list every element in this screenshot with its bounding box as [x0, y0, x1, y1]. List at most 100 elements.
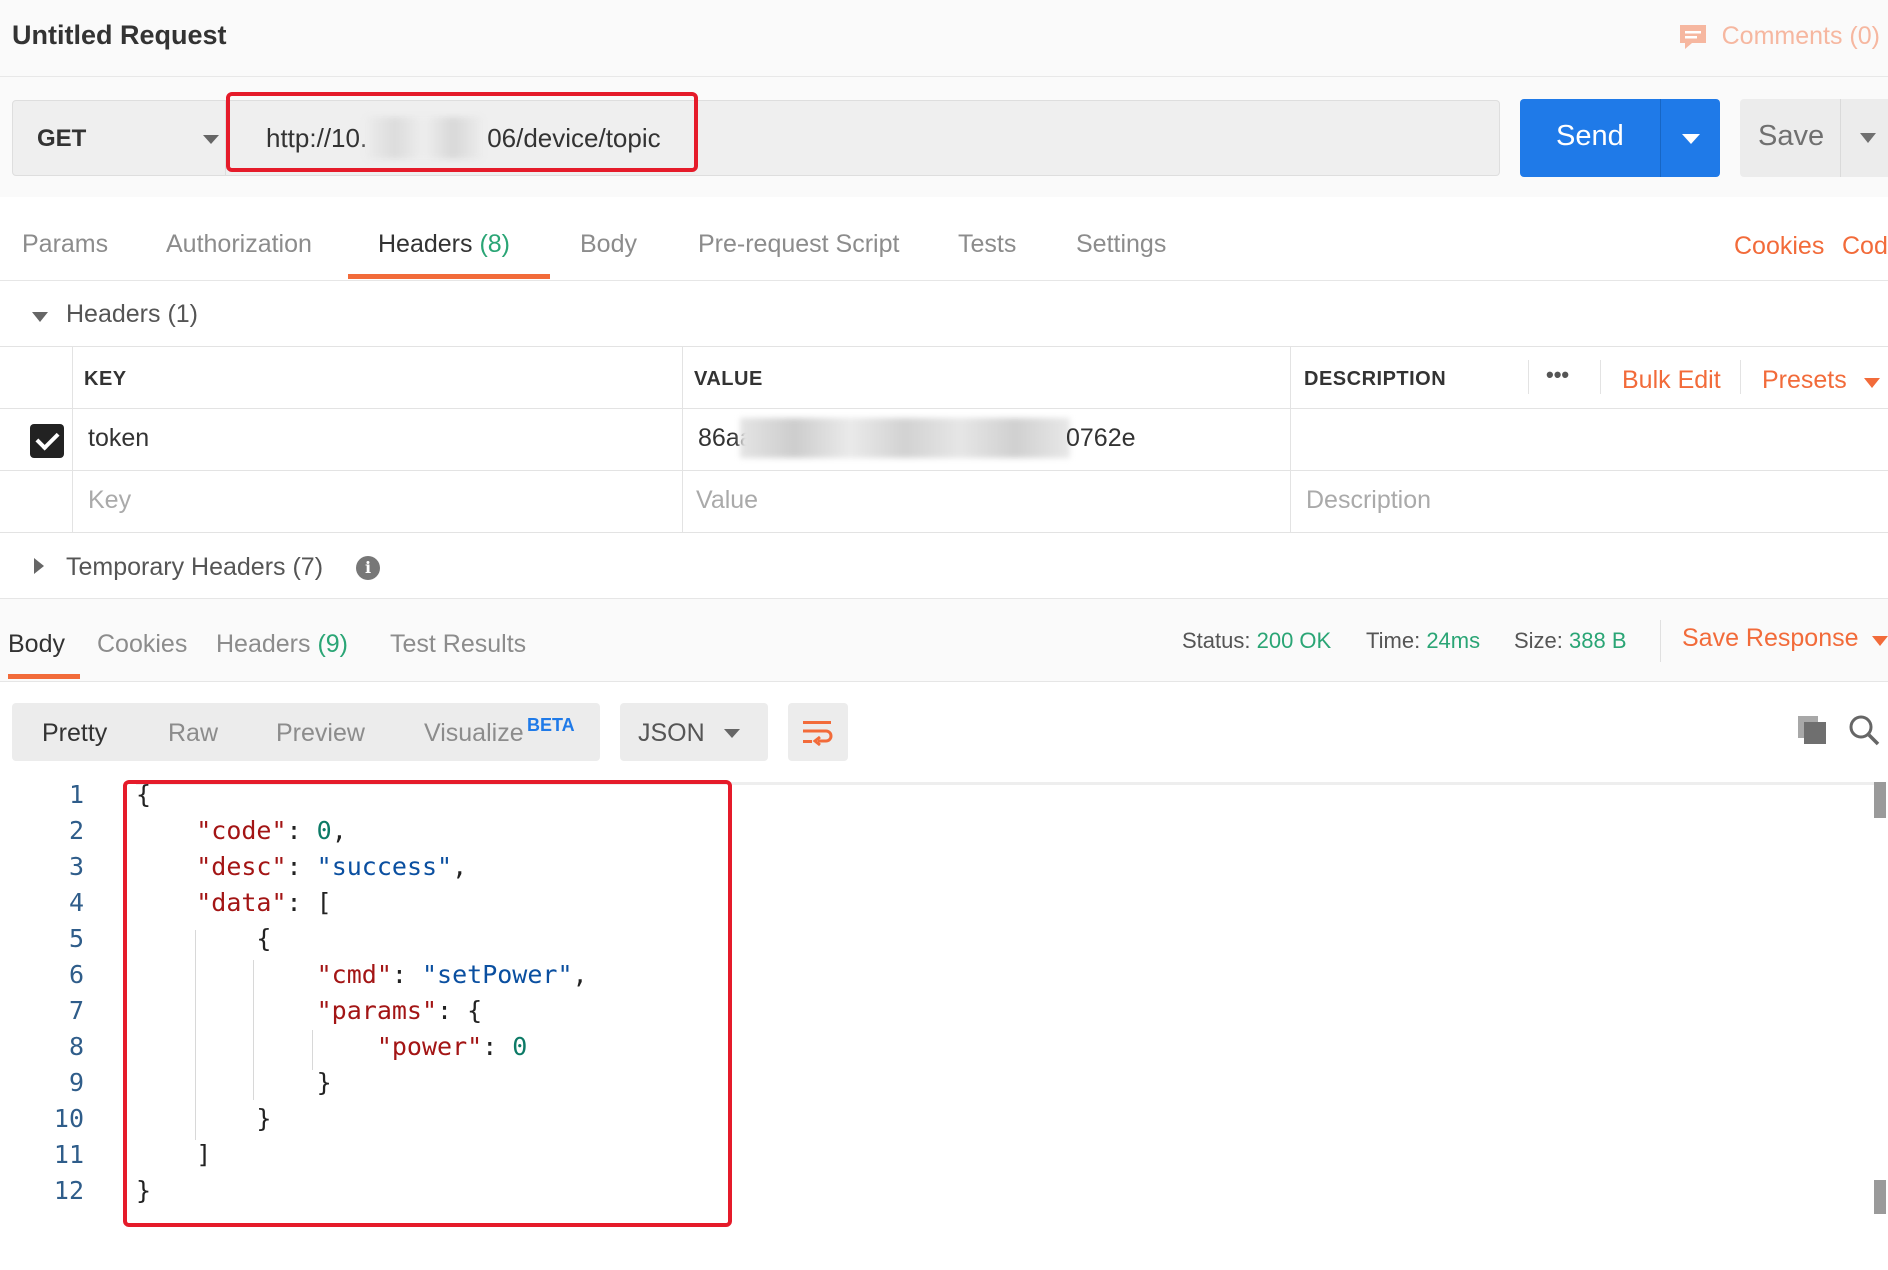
presets-dropdown[interactable]: Presets — [1762, 366, 1847, 395]
title-bar — [0, 0, 1888, 77]
line-number: 8 — [68, 1032, 84, 1061]
column-divider — [1528, 360, 1529, 394]
response-tab-cookies[interactable]: Cookies — [97, 630, 187, 659]
line-number: 4 — [68, 888, 84, 917]
comment-icon — [1679, 24, 1706, 49]
temporary-headers-label: Temporary Headers — [66, 553, 286, 581]
expand-caret-icon[interactable] — [34, 558, 44, 574]
search-icon[interactable] — [1848, 714, 1880, 746]
method-label: GET — [37, 125, 87, 152]
format-raw-button[interactable]: Raw — [168, 719, 218, 748]
line-number: 5 — [68, 924, 84, 953]
size-label: Size: — [1514, 628, 1563, 653]
line-number: 6 — [68, 960, 84, 989]
time-value[interactable]: 24ms — [1426, 628, 1480, 653]
active-response-tab-indicator — [8, 674, 80, 679]
value-input-placeholder[interactable]: Value — [696, 486, 758, 515]
save-response-chevron-icon[interactable] — [1872, 636, 1888, 646]
scrollbar-thumb[interactable] — [1874, 1180, 1886, 1214]
tab-headers[interactable]: Headers (8) — [378, 230, 510, 259]
response-tab-headers-label: Headers — [216, 630, 311, 658]
format-preview-button[interactable]: Preview — [276, 719, 365, 748]
tab-authorization[interactable]: Authorization — [166, 230, 312, 259]
save-options-chevron-icon[interactable] — [1860, 133, 1876, 143]
column-divider — [1740, 360, 1741, 394]
time-meta: Time: 24ms — [1366, 628, 1480, 654]
tab-tests[interactable]: Tests — [958, 230, 1016, 259]
temporary-headers-title[interactable]: Temporary Headers (7) — [66, 553, 323, 582]
copy-icon[interactable] — [1796, 714, 1828, 746]
response-tab-headers-count: (9) — [317, 630, 349, 658]
send-options-chevron-icon[interactable] — [1682, 134, 1700, 144]
tab-settings[interactable]: Settings — [1076, 230, 1166, 259]
size-value[interactable]: 388 B — [1569, 628, 1627, 653]
column-divider — [72, 346, 73, 532]
column-header-value: VALUE — [694, 368, 763, 390]
tab-pre-request-script[interactable]: Pre-request Script — [698, 230, 899, 259]
format-pretty-button[interactable]: Pretty — [42, 719, 107, 748]
format-visualize-button[interactable]: Visualize — [424, 719, 524, 748]
response-tab-body[interactable]: Body — [8, 630, 65, 659]
response-tab-headers[interactable]: Headers (9) — [216, 630, 348, 659]
headers-section-title[interactable]: Headers (1) — [66, 300, 198, 329]
table-border-bottom — [0, 532, 1888, 533]
status-label: Status: — [1182, 628, 1251, 653]
line-number: 2 — [68, 816, 84, 845]
line-number: 11 — [53, 1140, 84, 1169]
size-meta: Size: 388 B — [1514, 628, 1627, 654]
response-highlight-box — [123, 780, 732, 1227]
wrap-lines-button[interactable] — [788, 703, 848, 761]
line-number: 3 — [68, 852, 84, 881]
headers-title-count: (1) — [167, 300, 199, 328]
cookies-link[interactable]: Cookies — [1734, 232, 1824, 261]
send-label: Send — [1556, 120, 1624, 152]
tab-body[interactable]: Body — [580, 230, 637, 259]
description-input-placeholder[interactable]: Description — [1306, 486, 1431, 515]
comments-label: Comments (0) — [1721, 22, 1880, 50]
url-highlight-box — [226, 92, 698, 172]
language-label: JSON — [638, 719, 705, 747]
info-icon[interactable]: i — [356, 556, 380, 580]
save-label: Save — [1758, 120, 1825, 152]
table-border-top — [0, 346, 1888, 347]
line-number: 7 — [68, 996, 84, 1025]
column-header-key: KEY — [84, 368, 127, 390]
table-border-header — [0, 408, 1888, 409]
comments-button[interactable]: Comments (0) — [1678, 22, 1880, 51]
temporary-headers-count: (7) — [292, 553, 324, 581]
save-divider — [1840, 99, 1841, 177]
key-input-placeholder[interactable]: Key — [88, 486, 131, 515]
header-key-cell[interactable]: token — [88, 424, 149, 453]
method-select[interactable]: GET — [12, 100, 226, 176]
chevron-down-icon — [724, 729, 740, 738]
language-select[interactable]: JSON — [620, 703, 768, 761]
bulk-edit-link[interactable]: Bulk Edit — [1622, 366, 1721, 395]
status-value[interactable]: 200 OK — [1257, 628, 1332, 653]
tab-params[interactable]: Params — [22, 230, 108, 259]
save-response-button[interactable]: Save Response — [1682, 624, 1859, 653]
code-link[interactable]: Cod — [1842, 232, 1888, 261]
format-mode-group: Pretty Raw Preview Visualize BETA — [12, 703, 600, 761]
tab-headers-label: Headers — [378, 230, 473, 258]
headers-table: KEY VALUE DESCRIPTION ••• Bulk Edit Pres… — [0, 346, 1888, 534]
response-tab-test-results[interactable]: Test Results — [390, 630, 526, 659]
collapse-caret-icon[interactable] — [32, 312, 48, 322]
status-meta: Status: 200 OK — [1182, 628, 1331, 654]
save-button[interactable]: Save — [1740, 99, 1888, 177]
tabs-divider — [0, 280, 1888, 281]
line-number: 12 — [53, 1176, 84, 1205]
column-header-description: DESCRIPTION — [1304, 368, 1447, 390]
more-options-icon[interactable]: ••• — [1546, 362, 1569, 388]
response-meta-divider — [1660, 620, 1661, 662]
presets-chevron-icon[interactable] — [1864, 378, 1880, 388]
line-number: 1 — [68, 780, 84, 809]
header-enabled-checkbox[interactable] — [30, 424, 64, 458]
header-value-suffix[interactable]: 0762e — [1066, 424, 1136, 453]
column-divider — [682, 346, 683, 532]
send-divider — [1660, 99, 1661, 177]
scrollbar-thumb[interactable] — [1874, 782, 1886, 818]
tab-headers-count: (8) — [479, 230, 511, 258]
request-title[interactable]: Untitled Request — [12, 20, 227, 51]
wrap-lines-icon — [803, 721, 833, 747]
send-button[interactable]: Send — [1520, 99, 1720, 177]
